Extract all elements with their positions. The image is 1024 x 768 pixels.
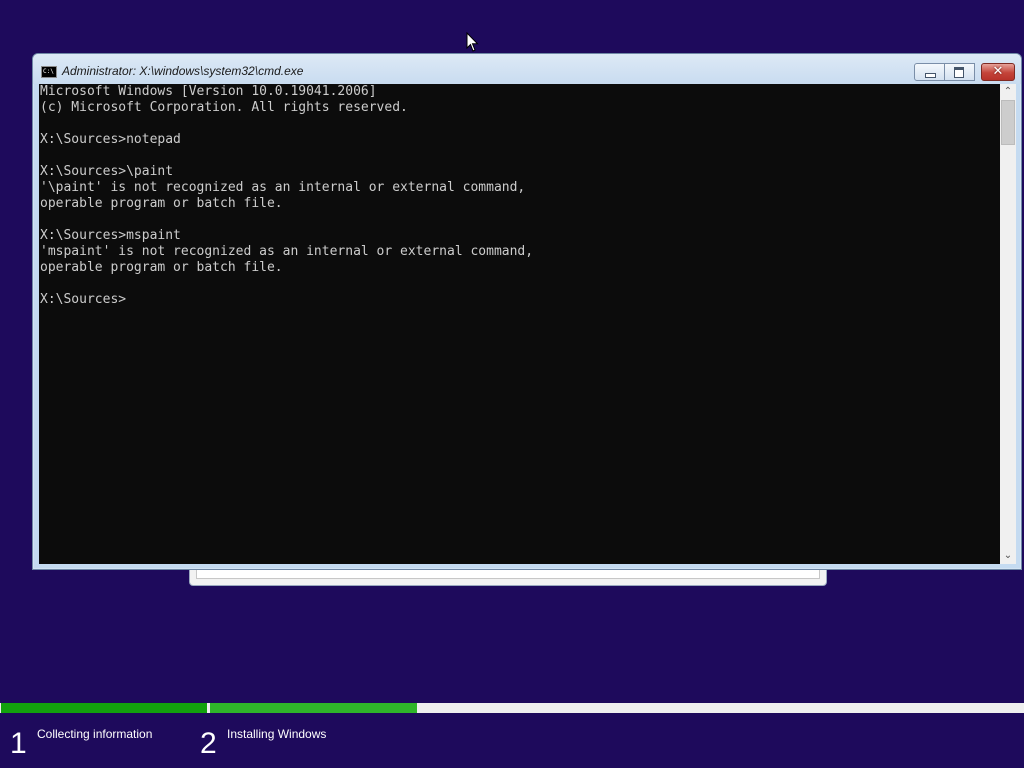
mouse-pointer-icon [466, 32, 479, 52]
step-label: Collecting information [37, 727, 153, 741]
console-line: Microsoft Windows [Version 10.0.19041.20… [40, 84, 377, 99]
progress-segment-installing [210, 703, 417, 713]
cmd-icon: C:\ [41, 66, 57, 78]
console-line: '\paint' is not recognized as an interna… [40, 180, 526, 195]
maximize-icon [954, 67, 964, 78]
step-number: 2 [200, 727, 217, 760]
progress-segment-collecting [1, 703, 207, 713]
scroll-up-arrow-icon[interactable]: ⌃ [1000, 84, 1016, 100]
console-line: (c) Microsoft Corporation. All rights re… [40, 100, 408, 115]
cmd-window[interactable]: C:\ Administrator: X:\windows\system32\c… [32, 53, 1022, 570]
console-output[interactable]: Microsoft Windows [Version 10.0.19041.20… [39, 84, 1000, 564]
console-text: Microsoft Windows [Version 10.0.19041.20… [39, 84, 1000, 308]
console-line: operable program or batch file. [40, 260, 283, 275]
setup-progress-bar [0, 703, 1024, 713]
console-line: X:\Sources>mspaint [40, 228, 181, 243]
close-button[interactable]: ✕ [981, 63, 1015, 81]
close-icon: ✕ [992, 64, 1004, 79]
title-bar[interactable]: C:\ Administrator: X:\windows\system32\c… [33, 54, 1021, 84]
step-number: 1 [10, 727, 27, 760]
console-prompt[interactable]: X:\Sources> [40, 292, 1000, 308]
maximize-button[interactable] [945, 63, 975, 81]
vertical-scrollbar[interactable]: ⌃ ⌄ [1000, 84, 1016, 564]
minimize-icon [925, 73, 936, 78]
console-line: X:\Sources>\paint [40, 164, 174, 179]
step-label: Installing Windows [227, 727, 327, 741]
desktop: C:\ Administrator: X:\windows\system32\c… [0, 0, 1024, 768]
window-title: Administrator: X:\windows\system32\cmd.e… [62, 64, 304, 78]
console-line: X:\Sources>notepad [40, 132, 181, 147]
console-line: operable program or batch file. [40, 196, 283, 211]
scroll-thumb[interactable] [1001, 100, 1015, 145]
console-line: 'mspaint' is not recognized as an intern… [40, 244, 534, 259]
scroll-down-arrow-icon[interactable]: ⌄ [1000, 548, 1016, 564]
minimize-button[interactable] [914, 63, 945, 81]
